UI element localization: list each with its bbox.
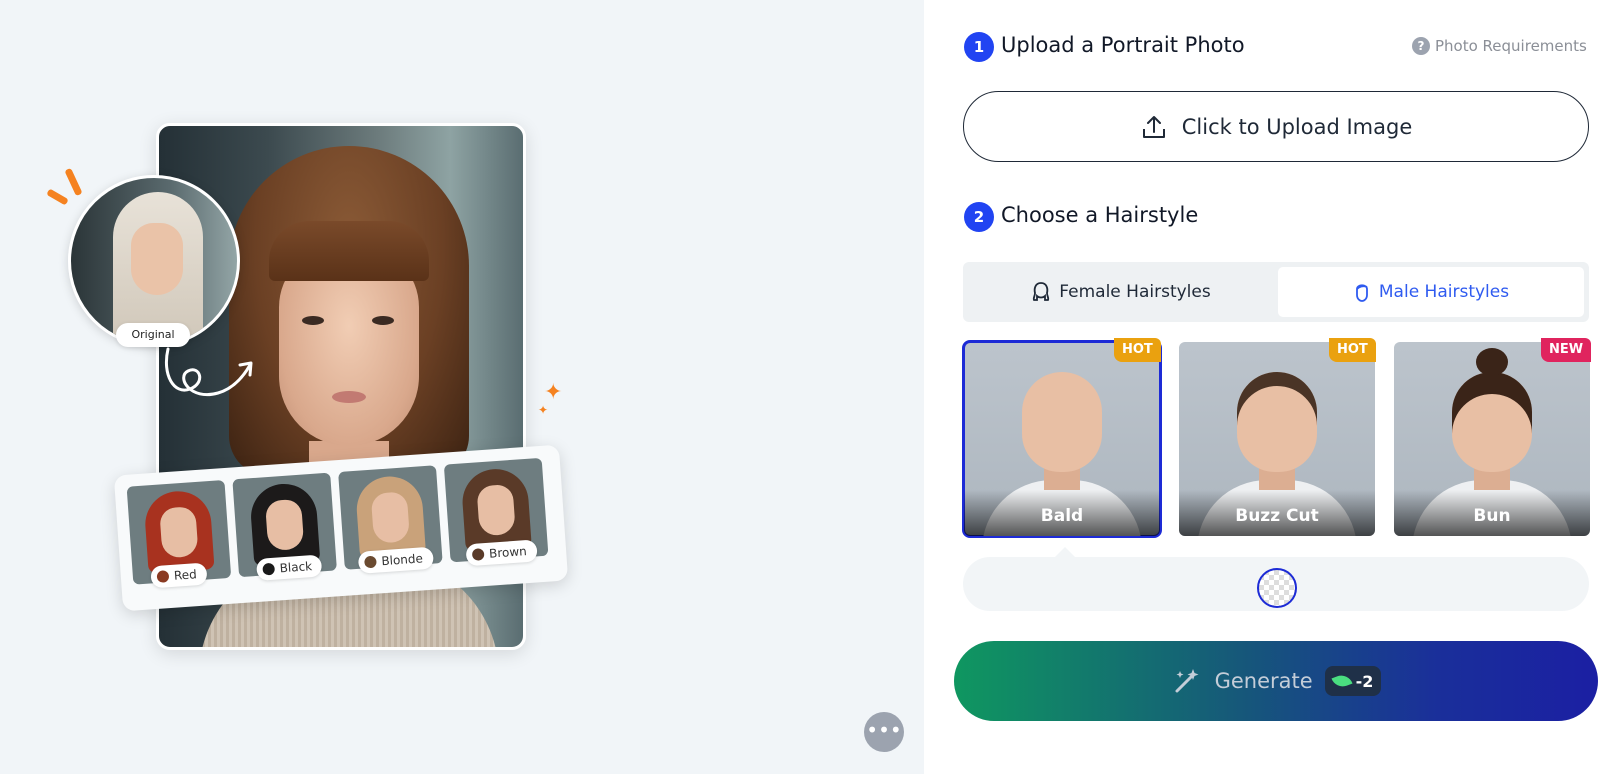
accent-burst-icon [46,188,69,206]
male-head-icon [1355,284,1368,302]
tab-label: Female Hairstyles [1059,282,1211,302]
hairstyle-card-buzz-cut[interactable]: Buzz Cut [1179,342,1375,536]
step-2-title: Choose a Hairstyle [1001,203,1199,227]
curved-arrow-icon [165,347,253,397]
question-icon: ? [1412,37,1430,55]
original-label: Original [116,323,190,347]
color-label: Red [150,562,208,589]
credit-cost-badge: -2 [1324,666,1382,696]
female-head-icon [1033,282,1050,301]
hairstyle-name: Buzz Cut [1235,506,1319,526]
color-label: Blonde [357,546,434,574]
tab-label: Male Hairstyles [1378,282,1510,302]
step-1-badge: 1 [964,32,994,62]
color-dot [156,570,170,583]
color-label: Black [255,554,323,581]
color-dot [471,548,485,561]
no-color-swatch[interactable] [1257,568,1297,608]
step-1-title: Upload a Portrait Photo [1001,33,1245,57]
accent-burst-icon [64,167,83,197]
leaf-icon [1331,672,1353,690]
sparkle-icon: ✦ [538,403,549,417]
upload-image-button[interactable]: Click to Upload Image [963,91,1589,162]
photo-requirements-link[interactable]: ? Photo Requirements [1412,37,1587,55]
upload-label: Click to Upload Image [1181,114,1413,139]
hot-badge: HOT [1114,338,1161,362]
hairstyle-name: Bald [1040,506,1084,526]
hairstyle-tabs: Female Hairstyles Male Hairstyles [963,262,1589,322]
more-dots-icon: ••• [866,718,902,742]
hot-badge: HOT [1329,338,1376,362]
generate-label: Generate [1214,669,1313,693]
tab-female-hairstyles[interactable]: Female Hairstyles [968,267,1274,317]
hairstyle-card-bun[interactable]: Bun [1394,342,1590,536]
sparkle-icon: ✦ [544,380,563,405]
more-options-button[interactable]: ••• [864,712,904,752]
generate-button[interactable]: Generate -2 [954,641,1598,721]
new-badge: NEW [1541,338,1592,362]
hairstyle-card-bald[interactable]: Bald [962,340,1162,538]
color-label: Brown [465,539,538,567]
magic-wand-icon [1175,669,1199,693]
color-dot [364,555,377,569]
hairstyle-name: Bun [1473,506,1511,526]
upload-icon [1142,115,1165,138]
color-dot [262,562,276,576]
original-photo [68,175,240,347]
step-2-badge: 2 [964,202,994,232]
preview-area: Original ✦ ✦ Red Black Blonde Brown ••• [0,0,924,774]
tab-male-hairstyles[interactable]: Male Hairstyles [1278,267,1584,317]
selection-pointer [1055,547,1075,557]
